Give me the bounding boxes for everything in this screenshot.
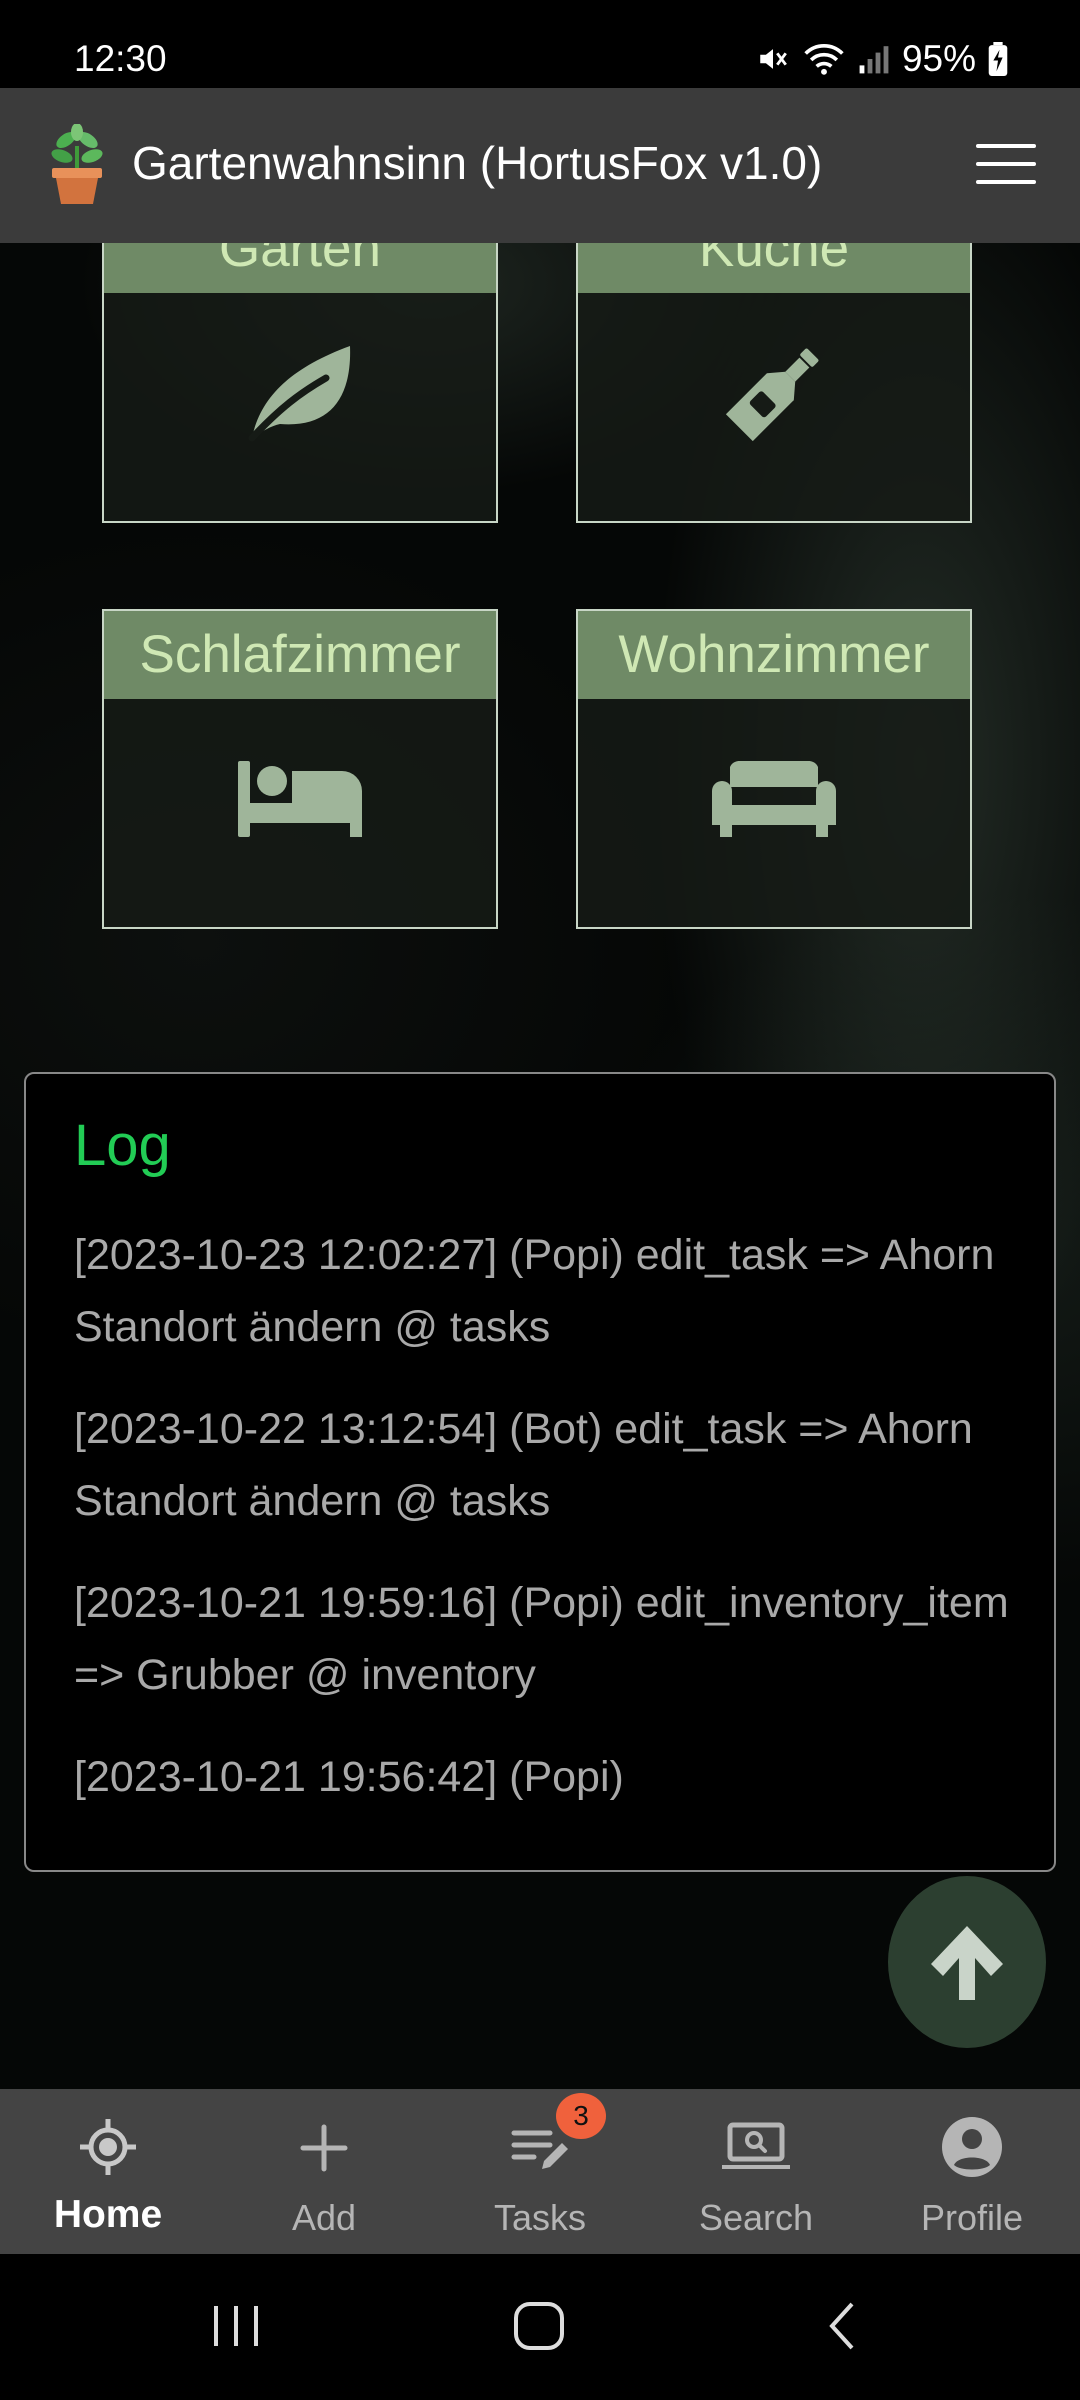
- couch-icon: [712, 761, 836, 837]
- log-entry: [2023-10-22 13:12:54] (Bot) edit_task =>…: [74, 1405, 973, 1525]
- nav-item-profile[interactable]: Profile: [864, 2089, 1080, 2254]
- nav-label-search: Search: [698, 2197, 814, 2238]
- bed-icon: [238, 761, 362, 837]
- room-card-garten[interactable]: Garten: [102, 243, 498, 523]
- nav-label-profile: Profile: [920, 2197, 1024, 2238]
- bottom-nav: Home Add Tasks Search Profile: [0, 2089, 1080, 2254]
- room-title: Garten: [104, 243, 496, 293]
- log-entry: [2023-10-21 19:59:16] (Popi) edit_invent…: [74, 1579, 1009, 1699]
- laptop-search-icon: [722, 2122, 790, 2169]
- leaf-icon: [248, 346, 351, 442]
- battery-charging-icon: [988, 42, 1008, 76]
- nav-item-home[interactable]: Home: [0, 2089, 216, 2254]
- nav-label-home: Home: [53, 2193, 163, 2236]
- arrow-up-icon: [931, 1926, 1003, 2000]
- room-card-schlafzimmer[interactable]: Schlafzimmer: [102, 609, 498, 929]
- app-title: Gartenwahnsinn (HortusFox v1.0): [132, 137, 823, 189]
- home-crosshair-icon: [80, 2119, 136, 2175]
- wifi-icon: [804, 43, 844, 75]
- log-entry: [2023-10-21 19:56:42] (Popi): [74, 1753, 624, 1801]
- user-circle-icon: [942, 2117, 1002, 2177]
- room-title: Wohnzimmer: [578, 611, 970, 699]
- hamburger-menu-icon[interactable]: [976, 144, 1036, 190]
- status-bar: 12:30 95%: [0, 0, 1080, 88]
- scroll-to-top-button[interactable]: [888, 1876, 1046, 2048]
- plant-pot-icon[interactable]: [46, 124, 108, 206]
- recent-apps-icon[interactable]: [206, 2298, 266, 2354]
- room-card-kueche[interactable]: Küche: [576, 243, 972, 523]
- log-panel: Log [2023-10-23 12:02:27] (Popi) edit_ta…: [24, 1072, 1056, 1872]
- nav-label-tasks: Tasks: [493, 2197, 587, 2238]
- system-nav-bar: [0, 2254, 1080, 2400]
- status-time: 12:30: [74, 38, 167, 79]
- screen: 12:30 95% Gartenwahnsinn (HortusFox v1.0…: [0, 0, 1080, 2400]
- status-icons: 95%: [756, 38, 1008, 80]
- plus-icon: [300, 2124, 348, 2172]
- nav-label-add: Add: [291, 2197, 357, 2238]
- home-icon[interactable]: [510, 2298, 570, 2354]
- room-title: Küche: [578, 243, 970, 293]
- signal-icon: [859, 46, 889, 74]
- mute-icon: [760, 49, 787, 69]
- app-header: Gartenwahnsinn (HortusFox v1.0): [0, 88, 1080, 243]
- main-content: Garten Küche Schlafzimmer Wohnzimmer Log…: [0, 243, 1080, 2089]
- tasks-badge: 3: [556, 2093, 606, 2139]
- nav-item-search[interactable]: Search: [648, 2089, 864, 2254]
- room-card-wohnzimmer[interactable]: Wohnzimmer: [576, 609, 972, 929]
- nav-item-tasks[interactable]: Tasks: [432, 2089, 648, 2254]
- log-entries: [2023-10-23 12:02:27] (Popi) edit_task =…: [74, 1219, 1024, 1843]
- battery-percent: 95%: [901, 38, 976, 79]
- room-title: Schlafzimmer: [104, 611, 496, 699]
- bottle-icon: [725, 348, 819, 442]
- log-entry: [2023-10-23 12:02:27] (Popi) edit_task =…: [74, 1231, 995, 1351]
- nav-item-add[interactable]: Add: [216, 2089, 432, 2254]
- back-icon[interactable]: [812, 2298, 872, 2354]
- log-title: Log: [74, 1113, 171, 1178]
